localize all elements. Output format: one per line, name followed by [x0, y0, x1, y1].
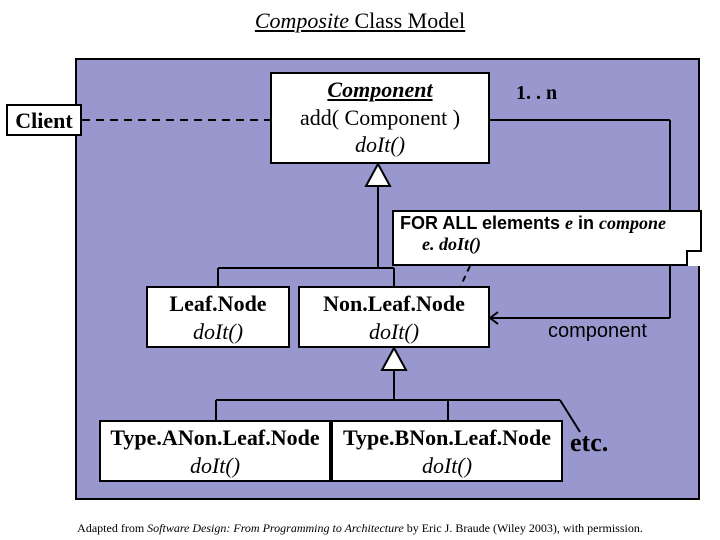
client-box: Client — [6, 104, 82, 136]
note-suffix: in — [573, 213, 599, 233]
component-op-add: add( Component ) — [278, 104, 482, 132]
leafnode-box: Leaf.Node doIt() — [146, 286, 290, 348]
note-ital: compone — [599, 213, 666, 233]
credit-book: Software Design: From Programming to Arc… — [147, 521, 404, 535]
diagram-title: Composite Class Model — [0, 8, 720, 34]
note-line2: e. doIt() — [422, 234, 481, 254]
leafnode-name: Leaf.Node — [154, 290, 282, 318]
nonleafnode-op: doIt() — [306, 318, 482, 346]
leafnode-op: doIt() — [154, 318, 282, 346]
client-label: Client — [15, 108, 72, 133]
association-label: component — [548, 320, 647, 343]
nonleafnode-name: Non.Leaf.Node — [306, 290, 482, 318]
multiplicity-label: 1. . n — [516, 82, 557, 105]
typea-op: doIt() — [107, 452, 323, 480]
typea-name: Type.ANon.Leaf.Node — [107, 424, 323, 452]
nonleafnode-box: Non.Leaf.Node doIt() — [298, 286, 490, 348]
note-prefix: FOR ALL elements — [400, 213, 565, 233]
typeb-op: doIt() — [339, 452, 555, 480]
typea-box: Type.ANon.Leaf.Node doIt() — [99, 420, 331, 482]
typeb-box: Type.BNon.Leaf.Node doIt() — [331, 420, 563, 482]
component-box: Component add( Component ) doIt() — [270, 72, 490, 164]
note-var: e — [565, 213, 573, 233]
title-italic: Composite — [255, 8, 349, 33]
credit-prefix: Adapted from — [77, 521, 147, 535]
note-box: FOR ALL elements e in compone e. doIt() — [392, 210, 702, 266]
credit-line: Adapted from Software Design: From Progr… — [0, 521, 720, 536]
etc-label: etc. — [570, 428, 608, 458]
typeb-name: Type.BNon.Leaf.Node — [339, 424, 555, 452]
component-op-doit: doIt() — [278, 131, 482, 159]
title-rest: Class Model — [349, 8, 465, 33]
credit-suffix: by Eric J. Braude (Wiley 2003), with per… — [404, 521, 643, 535]
note-fold-icon — [686, 250, 702, 266]
component-name: Component — [278, 76, 482, 104]
